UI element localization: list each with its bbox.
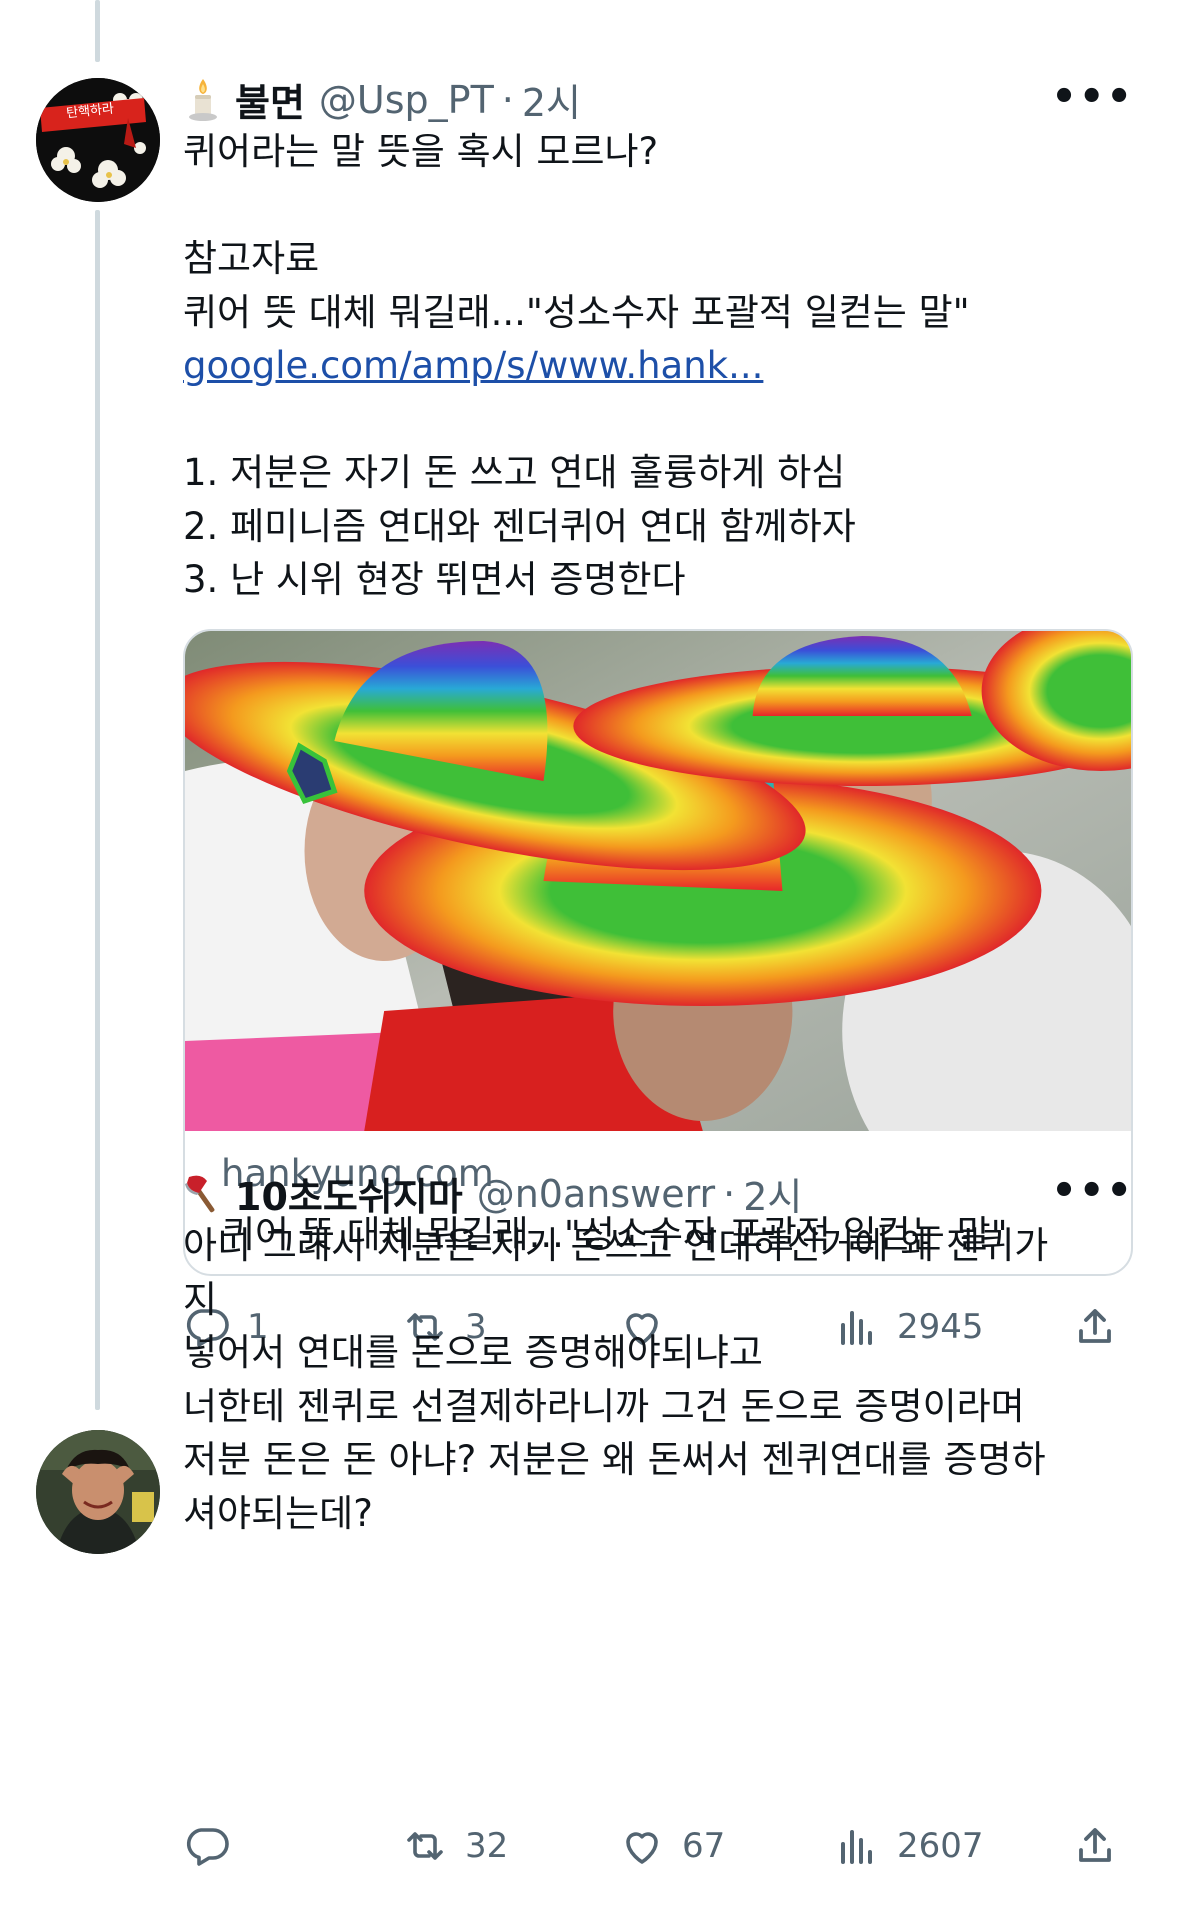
- views-button[interactable]: 2607: [833, 1822, 984, 1870]
- tweet-text-line: 1. 저분은 자기 돈 쓰고 연대 훌륭하게 하심: [183, 451, 846, 494]
- thread-line-top: [95, 0, 100, 62]
- timestamp[interactable]: 2시: [522, 72, 581, 127]
- tweet-text: 아니 그래서 저분은 자기 돈쓰고 연대하신거에 왜 젠퀴가 지 넣어서 연대를…: [183, 1219, 1143, 1540]
- retweet-icon: [407, 1832, 443, 1860]
- tweet-text-line: 저분 돈은 돈 아냐? 저분은 왜 돈써서 젠퀴연대를 증명하: [183, 1438, 1046, 1481]
- tweet-link[interactable]: google.com/amp/s/www.hank...: [183, 339, 1143, 393]
- tweet-text-line: 참고자료: [183, 237, 320, 280]
- avatar[interactable]: [36, 1430, 160, 1554]
- tweet-text-line: 너한테 젠퀴로 선결제하라니까 그건 돈으로 증명이라며: [183, 1384, 1025, 1428]
- display-name[interactable]: 불면: [235, 72, 305, 127]
- timestamp[interactable]: 2시: [743, 1166, 802, 1221]
- like-count: 67: [682, 1826, 726, 1866]
- tweet-text-line: 셔야되는데?: [183, 1491, 373, 1535]
- more-icon[interactable]: •••: [1051, 1168, 1134, 1214]
- retweet-button[interactable]: 32: [401, 1822, 508, 1870]
- tweet-text-line: 2. 페미니즘 연대와 젠더퀴어 연대 함께하자: [183, 504, 856, 548]
- thread-line-connector: [95, 210, 100, 1410]
- like-button[interactable]: 67: [618, 1822, 725, 1870]
- more-icon[interactable]: •••: [1051, 74, 1134, 120]
- link-preview-image: [185, 631, 1131, 1131]
- handle[interactable]: @Usp_PT: [319, 78, 494, 122]
- share-icon: [1079, 1828, 1111, 1862]
- views-icon: [841, 1830, 872, 1864]
- reply-button[interactable]: [183, 1822, 231, 1870]
- tweet-header: 불면 @Usp_PT · 2시: [183, 72, 581, 127]
- tweet-text-line: 지: [183, 1277, 218, 1321]
- axe-emoji-icon: [185, 1175, 215, 1212]
- tweet-text-line: 넣어서 연대를 돈으로 증명해야되냐고: [183, 1331, 763, 1374]
- retweet-count: 32: [465, 1826, 509, 1866]
- handle[interactable]: @n0answerr: [477, 1172, 715, 1216]
- tweet-text-line: 아니 그래서 저분은 자기 돈쓰고 연대하신거에 왜 젠퀴가: [183, 1224, 1049, 1267]
- tweet-text: 퀴어라는 말 뜻을 혹시 모르나? 참고자료 퀴어 뜻 대체 뭐길래..."성소…: [183, 125, 1143, 607]
- candle-emoji-icon: [189, 78, 217, 121]
- share-button[interactable]: [1071, 1822, 1119, 1870]
- tweet-actions: 32 67 2607: [183, 1822, 1133, 1882]
- view-count: 2607: [897, 1826, 984, 1866]
- avatar[interactable]: 탄핵하라: [36, 78, 160, 202]
- like-icon: [626, 1832, 658, 1864]
- display-name[interactable]: 10초도쉬지마: [235, 1166, 463, 1221]
- separator: ·: [501, 77, 514, 122]
- tweet-text-line: 퀴어 뜻 대체 뭐길래..."성소수자 포괄적 일컫는 말": [183, 290, 970, 334]
- tweet-text-line: 3. 난 시위 현장 뛰면서 증명한다: [183, 558, 686, 601]
- tweet-text-line: 퀴어라는 말 뜻을 혹시 모르나?: [183, 130, 659, 173]
- reply-icon: [186, 1828, 229, 1866]
- separator: ·: [723, 1171, 736, 1216]
- tweet-header: 10초도쉬지마 @n0answerr · 2시: [183, 1166, 802, 1221]
